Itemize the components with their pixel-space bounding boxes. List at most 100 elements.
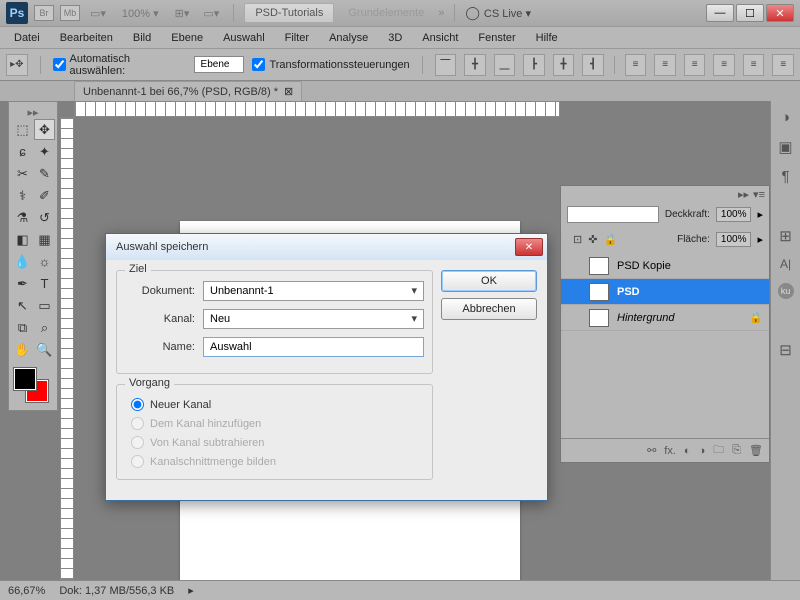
window-maximize-button[interactable]: ☐ [736,4,764,22]
auto-select-target[interactable]: Ebene [194,56,245,73]
status-doc-size[interactable]: Dok: 1,37 MB/556,3 KB [59,585,174,597]
tool-hand[interactable]: ✋ [12,339,33,360]
tool-blur[interactable]: 💧 [12,251,33,272]
menu-datei[interactable]: Datei [6,29,48,47]
menu-bearbeiten[interactable]: Bearbeiten [52,29,121,47]
delete-layer-icon[interactable]: 🗑 [749,444,763,457]
name-input[interactable] [203,337,424,357]
tool-3d-cam[interactable]: ⌕ [34,317,55,338]
dialog-close-button[interactable]: ✕ [515,238,543,256]
status-zoom[interactable]: 66,67% [8,585,45,597]
lock-all-icon[interactable]: 🔒 [603,233,617,246]
tool-move[interactable]: ✥ [34,119,55,140]
align-top-icon[interactable]: ⎺ [435,54,457,76]
link-layers-icon[interactable]: ⚯ [647,444,656,457]
distribute-6-icon[interactable]: ≡ [772,54,794,76]
ku-panel-icon[interactable]: ku [778,283,794,299]
ruler-horizontal[interactable] [74,101,560,117]
cslive-button[interactable]: CS Live ▾ [465,5,531,21]
tool-pen[interactable]: ✒ [12,273,33,294]
document-select[interactable]: Unbenannt-1 [203,281,424,301]
window-close-button[interactable]: ✕ [766,4,794,22]
distribute-2-icon[interactable]: ≡ [654,54,676,76]
tool-eyedropper[interactable]: ✎ [34,163,55,184]
fill-value[interactable]: 100% [716,232,752,247]
bridge-icon[interactable]: Br [34,5,54,21]
mask-icon[interactable]: ◐ [684,445,691,457]
menu-fenster[interactable]: Fenster [470,29,523,47]
tool-lasso[interactable]: ɕ [12,141,33,162]
menu-ansicht[interactable]: Ansicht [414,29,466,47]
adjustments-panel-icon[interactable]: ⊞ [779,227,792,245]
zoom-percent[interactable]: 100% ▾ [116,7,165,20]
ok-button[interactable]: OK [441,270,537,292]
tool-zoom[interactable]: 🔍 [34,339,55,360]
close-tab-icon[interactable]: ⊠ [284,85,293,98]
workspace-tab-grundelemente[interactable]: Grundelemente [340,7,432,19]
align-bottom-icon[interactable]: ⎽ [494,54,516,76]
panel-menu-icon[interactable]: ▾≡ [753,188,765,201]
transform-controls-checkbox[interactable]: Transformationssteuerungen [252,58,409,71]
tool-gradient[interactable]: ▦ [34,229,55,250]
view-mode-icon[interactable]: ▭▾ [199,4,223,23]
panel-collapse-icon[interactable]: ▸▸ [738,188,749,201]
lock-position-icon[interactable]: ✜ [588,233,597,246]
opacity-value[interactable]: 100% [716,207,752,222]
align-right-icon[interactable]: ┫ [582,54,604,76]
history-panel-icon[interactable]: ⊟ [779,341,792,359]
distribute-4-icon[interactable]: ≡ [713,54,735,76]
character-panel-icon[interactable]: ¶ [781,168,789,185]
menu-analyse[interactable]: Analyse [321,29,376,47]
menu-ebene[interactable]: Ebene [163,29,211,47]
menu-filter[interactable]: Filter [277,29,317,47]
tool-path[interactable]: ↖ [12,295,33,316]
ruler-vertical[interactable] [60,117,74,580]
tool-crop[interactable]: ✂ [12,163,33,184]
align-hcenter-icon[interactable]: ╋ [553,54,575,76]
tool-shape[interactable]: ▭ [34,295,55,316]
swatches-panel-icon[interactable]: ▣ [778,138,792,156]
layer-item[interactable]: PSD [561,279,769,305]
tool-heal[interactable]: ⚕ [12,185,33,206]
document-tab[interactable]: Unbenannt-1 bei 66,7% (PSD, RGB/8) *⊠ [74,81,302,101]
distribute-5-icon[interactable]: ≡ [743,54,765,76]
tool-dodge[interactable]: ☼ [34,251,55,272]
type-panel-icon[interactable]: A| [780,257,791,271]
new-layer-icon[interactable]: ⎘ [732,444,741,457]
view-grid-icon[interactable]: ⊞▾ [171,4,194,23]
tool-marquee[interactable]: ⬚ [12,119,33,140]
channel-select[interactable]: Neu [203,309,424,329]
tool-brush[interactable]: ✐ [34,185,55,206]
fx-icon[interactable]: fx. [664,445,676,457]
cancel-button[interactable]: Abbrechen [441,298,537,320]
layer-item[interactable]: PSD Kopie [561,253,769,279]
auto-select-checkbox[interactable]: Automatisch auswählen: [53,53,186,77]
radio-neuer-kanal[interactable]: Neuer Kanal [125,395,424,414]
distribute-1-icon[interactable]: ≡ [625,54,647,76]
tool-eraser[interactable]: ◧ [12,229,33,250]
tool-stamp[interactable]: ⚗ [12,207,33,228]
workspace-tab-tutorials[interactable]: PSD-Tutorials [244,3,334,23]
move-tool-icon[interactable]: ▸✥ [6,54,28,76]
mb-icon[interactable]: Mb [60,5,80,21]
dialog-titlebar[interactable]: Auswahl speichern ✕ [106,234,547,260]
tool-3d[interactable]: ⧉ [12,317,33,338]
menu-auswahl[interactable]: Auswahl [215,29,273,47]
color-panel-icon[interactable]: ◑ [781,109,790,126]
align-vcenter-icon[interactable]: ╋ [464,54,486,76]
arrange-icon[interactable]: ▭▾ [86,4,110,23]
tool-history[interactable]: ↺ [34,207,55,228]
tool-wand[interactable]: ✦ [34,141,55,162]
tool-type[interactable]: T [34,273,55,294]
folder-icon[interactable]: 🗀 [713,441,724,460]
layer-item[interactable]: Hintergrund🔒 [561,305,769,331]
lock-pixels-icon[interactable]: ⊡ [573,233,582,246]
window-minimize-button[interactable]: — [706,4,734,22]
adjustment-icon[interactable]: ◑ [699,445,706,457]
menu-hilfe[interactable]: Hilfe [528,29,566,47]
distribute-3-icon[interactable]: ≡ [684,54,706,76]
menu-bild[interactable]: Bild [125,29,159,47]
menu-3d[interactable]: 3D [380,29,410,47]
align-left-icon[interactable]: ┣ [523,54,545,76]
foreground-color-swatch[interactable] [14,368,36,390]
